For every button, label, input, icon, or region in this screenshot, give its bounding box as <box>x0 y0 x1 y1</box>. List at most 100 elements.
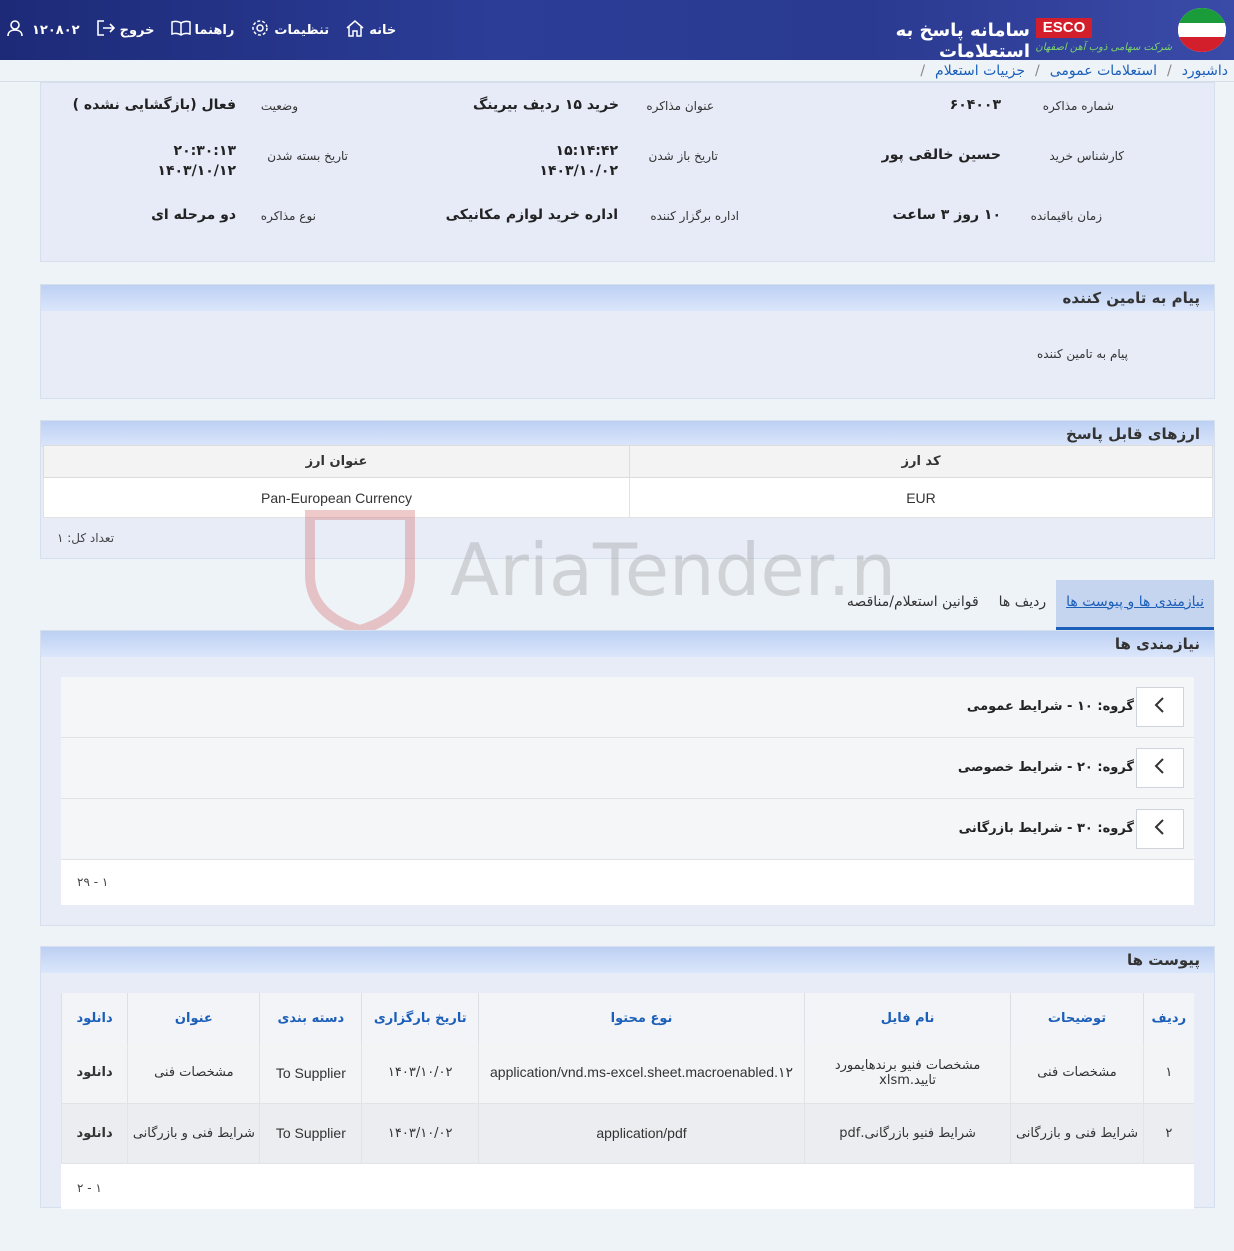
attachments-panel: پیوست ها ردیف توضیحات نام فایل نوع محتوا… <box>40 946 1215 1209</box>
supplier-message-panel: پیام به تامین کننده پیام به تامین کننده <box>40 284 1215 399</box>
column-header[interactable]: عنوان <box>127 993 260 1043</box>
column-header[interactable]: تاریخ بارگزاری <box>361 993 479 1043</box>
chevron-left-icon <box>1153 757 1167 779</box>
currencies-table: کد ارز عنوان ارز EUR Pan-European Curren… <box>43 445 1213 518</box>
column-header[interactable]: کد ارز <box>629 445 1213 478</box>
close-date-label: تاریخ بسته شدن <box>267 149 348 163</box>
supplier-message-label: پیام به تامین کننده <box>1037 347 1128 361</box>
logo-area: ESCO شرکت سهامی ذوب آهن اصفهان سامانه پا… <box>814 0 1234 62</box>
close-date: ۱۴۰۳/۱۰/۱۲ <box>157 163 236 179</box>
column-header[interactable]: دسته بندی <box>259 993 362 1043</box>
inquiry-info-panel: شماره مذاکره ۶۰۴۰۰۳ عنوان مذاکره خرید ۱۵… <box>40 82 1215 262</box>
group-label: گروه: ۳۰ - شرایط بازرگانی <box>958 821 1134 836</box>
tab-rules[interactable]: قوانین استعلام/مناقصه <box>837 580 989 630</box>
download-link[interactable]: دانلود <box>60 1043 128 1104</box>
attachment-upload-date: ۱۴۰۳/۱۰/۰۲ <box>361 1103 479 1164</box>
home-link[interactable]: خانه <box>345 18 396 42</box>
expert-label: کارشناس خرید <box>1049 149 1124 163</box>
logout-label: خروج <box>119 22 155 38</box>
organizer-value: اداره خرید لوازم مکانیکی <box>445 207 618 223</box>
organizer-label: اداره برگزار کننده <box>650 209 739 223</box>
attachment-upload-date: ۱۴۰۳/۱۰/۰۲ <box>361 1043 479 1104</box>
attachment-title: مشخصات فنی <box>127 1043 260 1104</box>
pagination-info: ۱ - ۲ <box>77 1181 102 1195</box>
home-icon <box>345 18 369 42</box>
tab-requirements-attachments[interactable]: نیازمندی ها و پیوست ها <box>1056 580 1214 630</box>
open-time: ۱۵:۱۴:۴۲ <box>555 143 618 159</box>
table-row: ۱ مشخصات فنی مشخصات فنیو برندهایمورد تای… <box>60 1043 1194 1104</box>
remaining-time: ۱۰ روز ۳ ساعت <box>892 207 1001 223</box>
detail-tabs: نیازمندی ها و پیوست ها ردیف ها قوانین اس… <box>837 580 1214 630</box>
logout-icon <box>96 19 120 41</box>
negotiation-title-label: عنوان مذاکره <box>646 99 714 113</box>
book-icon <box>170 19 195 41</box>
status-value: فعال (بازگشایی نشده ) <box>72 97 236 113</box>
user-icon <box>6 19 28 41</box>
guide-label: راهنما <box>194 22 235 38</box>
negotiation-type: دو مرحله ای <box>151 207 236 223</box>
row-number: ۱ <box>1142 1043 1194 1104</box>
attachment-category: To Supplier <box>259 1043 362 1104</box>
column-header[interactable]: نوع محتوا <box>478 993 805 1043</box>
list-item[interactable]: گروه: ۲۰ - شرایط خصوصی <box>61 738 1194 799</box>
breadcrumb-separator: / <box>920 62 926 79</box>
expand-button[interactable] <box>1136 809 1184 849</box>
status-label: وضعیت <box>260 99 298 113</box>
negotiation-title: خرید ۱۵ ردیف بیرینگ <box>472 97 619 113</box>
attachment-content-type: application/pdf <box>478 1103 805 1164</box>
top-nav: ۱۲۰۸۰۲ خروج راهنما تنظیمات خانه <box>0 0 396 60</box>
requirements-list: گروه: ۱۰ - شرایط عمومی گروه: ۲۰ - شرایط … <box>61 677 1194 905</box>
company-name: شرکت سهامی ذوب آهن اصفهان <box>1035 42 1172 53</box>
currency-title: Pan-European Currency <box>43 477 630 518</box>
breadcrumb-dashboard[interactable]: داشبورد <box>1182 63 1228 79</box>
attachment-title: شرایط فنی و بازرگانی <box>127 1103 260 1164</box>
column-header[interactable]: ردیف <box>1142 993 1194 1043</box>
expert-name: حسین خالقی پور <box>881 147 1001 163</box>
gear-icon <box>250 18 274 42</box>
table-row[interactable]: EUR Pan-European Currency <box>43 477 1213 518</box>
attachments-table-wrapper: ردیف توضیحات نام فایل نوع محتوا تاریخ با… <box>60 993 1194 1209</box>
download-link[interactable]: دانلود <box>60 1103 128 1164</box>
requirements-panel: نیازمندی ها گروه: ۱۰ - شرایط عمومی گروه:… <box>40 630 1215 926</box>
attachments-title: پیوست ها <box>41 947 1214 973</box>
breadcrumb: داشبورد / استعلامات عمومی / جزییات استعل… <box>0 60 1234 82</box>
chevron-left-icon <box>1153 696 1167 718</box>
breadcrumb-public-inquiries[interactable]: استعلامات عمومی <box>1050 63 1157 79</box>
attachment-filename: شرایط فنیو بازرگانی.pdf <box>803 1103 1011 1164</box>
expand-button[interactable] <box>1136 687 1184 727</box>
home-label: خانه <box>369 22 397 38</box>
user-account[interactable]: ۱۲۰۸۰۲ <box>6 19 80 41</box>
pagination-info: ۱ - ۲۹ <box>77 875 109 889</box>
currency-code: EUR <box>629 477 1213 518</box>
negotiation-type-label: نوع مذاکره <box>260 209 316 223</box>
column-header[interactable]: توضیحات <box>1010 993 1144 1043</box>
attachments-table: ردیف توضیحات نام فایل نوع محتوا تاریخ با… <box>60 993 1194 1164</box>
guide-link[interactable]: راهنما <box>170 19 235 41</box>
open-date-label: تاریخ باز شدن <box>648 149 718 163</box>
list-item[interactable]: گروه: ۳۰ - شرایط بازرگانی <box>61 799 1194 860</box>
requirements-title: نیازمندی ها <box>41 631 1214 657</box>
brand-badge: ESCO <box>1036 18 1092 38</box>
user-id: ۱۲۰۸۰۲ <box>32 22 80 38</box>
currencies-title: ارزهای قابل پاسخ <box>41 421 1214 447</box>
column-header[interactable]: نام فایل <box>803 993 1011 1043</box>
logout-link[interactable]: خروج <box>96 19 155 41</box>
list-item[interactable]: گروه: ۱۰ - شرایط عمومی <box>61 677 1194 738</box>
tab-rows[interactable]: ردیف ها <box>989 580 1056 630</box>
remaining-time-label: زمان باقیمانده <box>1030 209 1102 223</box>
settings-label: تنظیمات <box>274 22 330 38</box>
column-header[interactable]: دانلود <box>60 993 128 1043</box>
system-title: سامانه پاسخ به استعلامات <box>895 20 1030 62</box>
attachment-description: شرایط فنی و بازرگانی <box>1010 1103 1144 1164</box>
breadcrumb-separator: / <box>1166 62 1172 79</box>
attachment-description: مشخصات فنی <box>1010 1043 1144 1104</box>
company-logo <box>1178 8 1226 52</box>
settings-link[interactable]: تنظیمات <box>250 18 329 42</box>
open-date: ۱۴۰۳/۱۰/۰۲ <box>539 163 618 179</box>
chevron-left-icon <box>1153 818 1167 840</box>
expand-button[interactable] <box>1136 748 1184 788</box>
table-row: ۲ شرایط فنی و بازرگانی شرایط فنیو بازرگا… <box>60 1103 1194 1164</box>
breadcrumb-inquiry-details[interactable]: جزییات استعلام <box>935 63 1025 79</box>
close-time: ۲۰:۳۰:۱۳ <box>173 143 236 159</box>
column-header[interactable]: عنوان ارز <box>43 445 630 478</box>
